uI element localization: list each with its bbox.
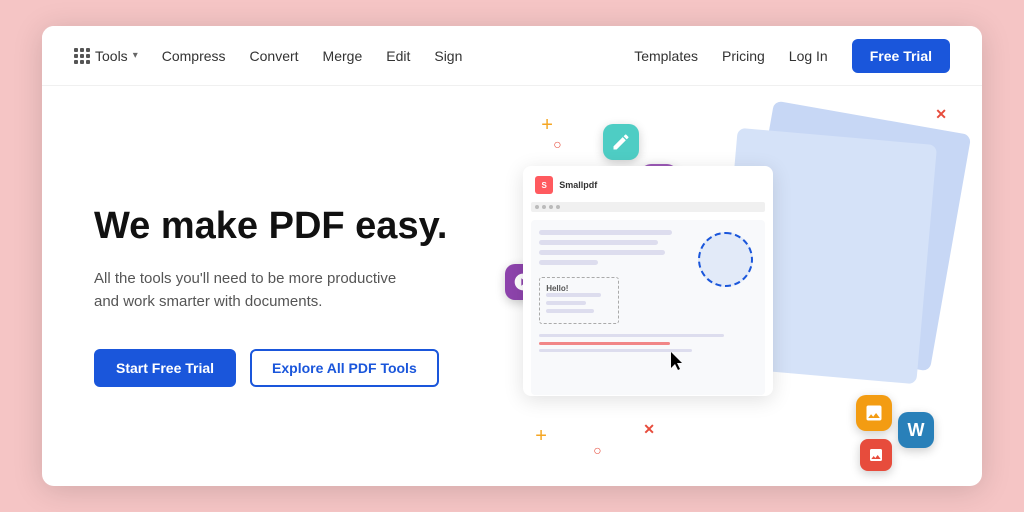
hello-line-3 [546, 309, 594, 313]
nav-templates[interactable]: Templates [634, 48, 698, 64]
pdf-toolbar [531, 202, 765, 212]
pdf-content: Hello! [531, 220, 765, 395]
pdf-card-header: S Smallpdf [531, 174, 765, 196]
text-line-2 [539, 240, 657, 245]
hello-text: Hello! [546, 284, 612, 293]
pdf-edit-icon [603, 124, 639, 160]
text-line-1 [539, 230, 672, 235]
cross-decoration-2: ✕ [643, 421, 655, 438]
selection-circle [698, 232, 753, 287]
tools-grid-icon [74, 48, 90, 64]
circle-decoration-1: ○ [553, 136, 561, 152]
hello-line-1 [546, 293, 601, 297]
pdf-app-icon: S [535, 176, 553, 194]
tools-label: Tools [95, 48, 128, 64]
illustration-area: + ✕ + ○ ✕ ○ [493, 86, 982, 486]
nav-edit[interactable]: Edit [386, 48, 410, 64]
explore-pdf-tools-button[interactable]: Explore All PDF Tools [250, 349, 439, 387]
pdf-editor-card: S Smallpdf [523, 166, 773, 396]
pdf-app-name: Smallpdf [559, 180, 597, 190]
hero-section: We make PDF easy. All the tools you'll n… [42, 86, 493, 486]
nav-pricing[interactable]: Pricing [722, 48, 765, 64]
browser-window: Tools ▾ Compress Convert Merge Edit Sign… [42, 26, 982, 486]
nav-login[interactable]: Log In [789, 48, 828, 64]
red-image-icon [860, 439, 892, 471]
cross-decoration-1: ✕ [935, 106, 947, 123]
plus-decoration-1: + [541, 114, 553, 137]
word-letter: W [908, 420, 925, 441]
tools-menu[interactable]: Tools ▾ [74, 48, 138, 64]
image-icon [856, 395, 892, 431]
circle-decoration-2: ○ [593, 442, 601, 458]
toolbar-dot-1 [535, 205, 539, 209]
bottom-text-area [539, 334, 757, 352]
free-trial-button[interactable]: Free Trial [852, 39, 950, 73]
text-line-5 [539, 334, 724, 337]
toolbar-dot-4 [556, 205, 560, 209]
plus-decoration-2: + [535, 425, 547, 448]
nav-right: Templates Pricing Log In Free Trial [634, 39, 950, 73]
toolbar-dot-3 [549, 205, 553, 209]
signature-line [539, 342, 670, 345]
navbar: Tools ▾ Compress Convert Merge Edit Sign… [42, 26, 982, 86]
hero-buttons: Start Free Trial Explore All PDF Tools [94, 349, 453, 387]
hello-block: Hello! [539, 277, 619, 324]
text-line-6 [539, 349, 692, 352]
hello-line-2 [546, 301, 586, 305]
nav-compress[interactable]: Compress [162, 48, 226, 64]
hero-subtitle: All the tools you'll need to be more pro… [94, 268, 414, 313]
nav-sign[interactable]: Sign [434, 48, 462, 64]
nav-left: Tools ▾ Compress Convert Merge Edit Sign [74, 48, 462, 64]
tools-chevron-icon: ▾ [133, 50, 138, 61]
text-line-4 [539, 260, 598, 265]
hero-title: We make PDF easy. [94, 205, 453, 249]
cursor-icon [671, 352, 685, 377]
nav-convert[interactable]: Convert [250, 48, 299, 64]
word-icon: W [898, 412, 934, 448]
text-line-3 [539, 250, 665, 255]
main-content: We make PDF easy. All the tools you'll n… [42, 86, 982, 486]
start-free-trial-button[interactable]: Start Free Trial [94, 349, 236, 387]
toolbar-dot-2 [542, 205, 546, 209]
nav-merge[interactable]: Merge [323, 48, 363, 64]
